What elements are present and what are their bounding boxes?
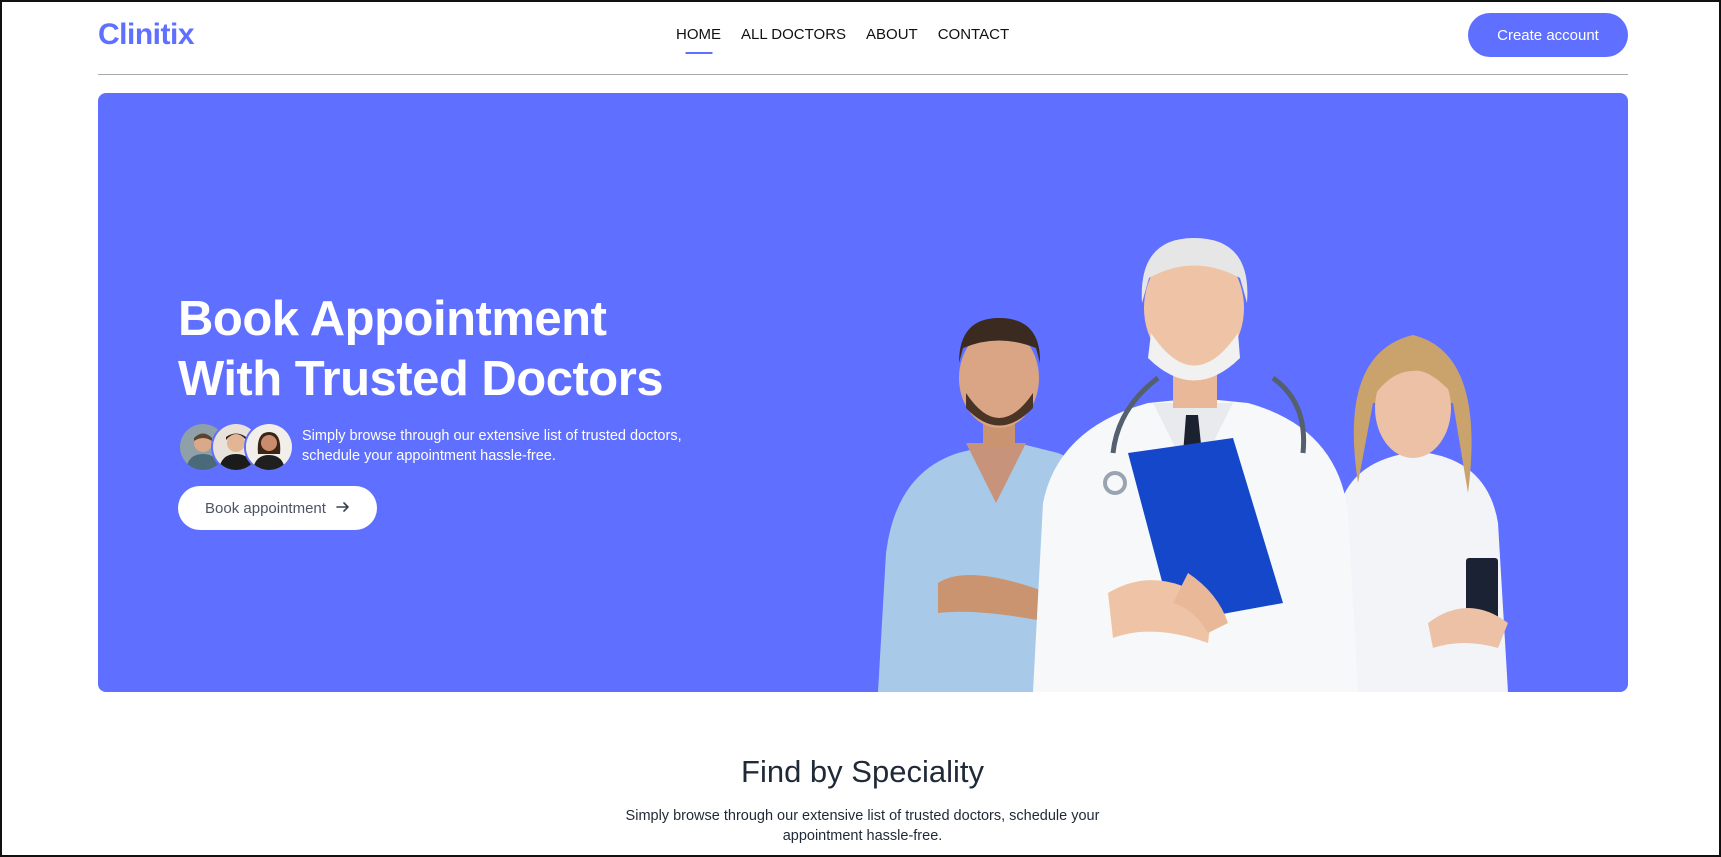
hero-title-line: With Trusted Doctors <box>178 352 664 406</box>
nav-item-label: CONTACT <box>937 26 1010 43</box>
avatar-group <box>178 422 294 472</box>
speciality-title: Find by Speciality <box>741 754 984 789</box>
hero-title-line: Book Appointment <box>178 292 607 346</box>
navbar: Clinitix HOME ALL DOCTORS ABOUT CONTACT … <box>98 2 1628 75</box>
nav-links: HOME ALL DOCTORS ABOUT CONTACT <box>676 26 1009 54</box>
book-appointment-button[interactable]: Book appointment <box>178 486 377 530</box>
avatar <box>244 422 294 472</box>
nav-item-about[interactable]: ABOUT <box>866 26 918 43</box>
hero-banner: Book Appointment With Trusted Doctors Si… <box>98 93 1628 692</box>
nav-item-home[interactable]: HOME <box>676 26 721 54</box>
logo[interactable]: Clinitix <box>98 18 195 52</box>
hero-description: Simply browse through our extensive list… <box>302 426 702 466</box>
speciality-description: Simply browse through our extensive list… <box>2 806 1721 846</box>
nav-item-contact[interactable]: CONTACT <box>938 26 1009 43</box>
doctors-group-image <box>868 153 1568 692</box>
speciality-desc-line: Simply browse through our extensive list… <box>625 808 1100 824</box>
nav-item-label: HOME <box>676 26 721 43</box>
nav-item-label: ALL DOCTORS <box>741 26 847 43</box>
book-appointment-label: Book appointment <box>205 499 326 517</box>
create-account-button[interactable]: Create account <box>1468 13 1628 57</box>
hero-title: Book Appointment With Trusted Doctors <box>178 289 664 409</box>
hero-desc-line: schedule your appointment hassle-free. <box>302 448 556 464</box>
active-indicator <box>685 52 712 54</box>
hero-desc-line: Simply browse through our extensive list… <box>302 428 682 444</box>
nav-item-all-doctors[interactable]: ALL DOCTORS <box>741 26 846 43</box>
nav-item-label: ABOUT <box>866 26 918 43</box>
hero-profiles-group: Simply browse through our extensive list… <box>178 422 702 472</box>
speciality-desc-line: appointment hassle-free. <box>782 828 943 844</box>
arrow-right-icon <box>336 500 350 517</box>
